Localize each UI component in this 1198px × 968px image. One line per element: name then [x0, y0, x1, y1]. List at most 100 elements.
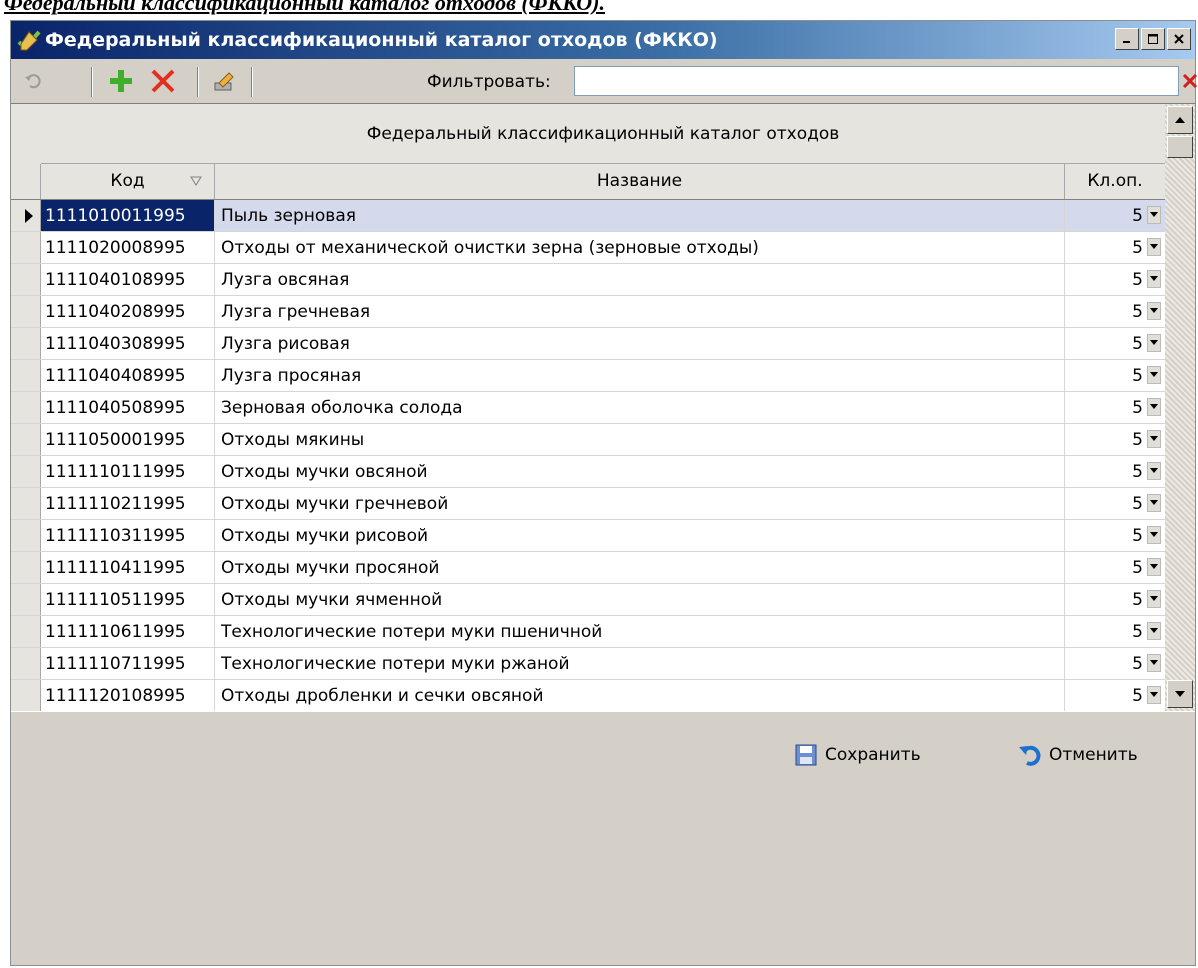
row-indicator[interactable]	[11, 520, 41, 551]
dropdown-button[interactable]	[1147, 238, 1161, 256]
row-indicator[interactable]	[11, 424, 41, 455]
dropdown-button[interactable]	[1147, 654, 1161, 672]
cell-hazard-class[interactable]: 5	[1065, 456, 1165, 487]
dropdown-button[interactable]	[1147, 366, 1161, 384]
cell-code[interactable]: 1111110411995	[41, 552, 215, 583]
column-header-name[interactable]: Название	[215, 164, 1065, 199]
cell-name[interactable]: Технологические потери муки пшеничной	[215, 616, 1065, 647]
close-button[interactable]	[1167, 28, 1191, 50]
cell-code[interactable]: 1111110611995	[41, 616, 215, 647]
dropdown-button[interactable]	[1147, 494, 1161, 512]
column-header-code[interactable]: Код	[41, 164, 215, 199]
table-row[interactable]: 1111020008995 Отходы от механической очис…	[11, 232, 1165, 264]
dropdown-button[interactable]	[1147, 206, 1161, 224]
cell-name[interactable]: Технологические потери муки ржаной	[215, 648, 1065, 679]
cell-code[interactable]: 1111110511995	[41, 584, 215, 615]
cell-hazard-class[interactable]: 5	[1065, 552, 1165, 583]
cell-hazard-class[interactable]: 5	[1065, 360, 1165, 391]
row-indicator[interactable]	[11, 680, 41, 711]
dropdown-button[interactable]	[1147, 270, 1161, 288]
row-indicator[interactable]	[11, 392, 41, 423]
undo-button[interactable]	[19, 67, 47, 95]
cell-code[interactable]: 1111040508995	[41, 392, 215, 423]
cell-hazard-class[interactable]: 5	[1065, 488, 1165, 519]
cancel-button[interactable]: Отменить	[1017, 740, 1138, 770]
table-row[interactable]: 1111040308995 Лузга рисовая 5	[11, 328, 1165, 360]
row-indicator[interactable]	[11, 648, 41, 679]
minimize-button[interactable]	[1115, 28, 1139, 50]
dropdown-button[interactable]	[1147, 302, 1161, 320]
dropdown-button[interactable]	[1147, 430, 1161, 448]
cell-code[interactable]: 1111040408995	[41, 360, 215, 391]
cell-name[interactable]: Зерновая оболочка солода	[215, 392, 1065, 423]
edit-button[interactable]	[211, 67, 239, 95]
cell-hazard-class[interactable]: 5	[1065, 200, 1165, 231]
cell-name[interactable]: Лузга гречневая	[215, 296, 1065, 327]
cell-hazard-class[interactable]: 5	[1065, 328, 1165, 359]
row-indicator[interactable]	[11, 232, 41, 263]
cell-hazard-class[interactable]: 5	[1065, 584, 1165, 615]
row-indicator[interactable]	[11, 616, 41, 647]
cell-hazard-class[interactable]: 5	[1065, 296, 1165, 327]
row-indicator[interactable]	[11, 456, 41, 487]
scroll-up-button[interactable]	[1167, 106, 1193, 134]
cell-code[interactable]: 1111040108995	[41, 264, 215, 295]
cell-code[interactable]: 1111040208995	[41, 296, 215, 327]
cell-code[interactable]: 1111110111995	[41, 456, 215, 487]
row-indicator[interactable]	[11, 200, 41, 231]
cell-hazard-class[interactable]: 5	[1065, 616, 1165, 647]
table-row[interactable]: 1111040208995 Лузга гречневая 5	[11, 296, 1165, 328]
cell-code[interactable]: 1111110211995	[41, 488, 215, 519]
cell-name[interactable]: Отходы мучки рисовой	[215, 520, 1065, 551]
cell-name[interactable]: Отходы дробленки и сечки овсяной	[215, 680, 1065, 711]
cell-name[interactable]: Отходы мучки гречневой	[215, 488, 1065, 519]
add-button[interactable]	[107, 67, 135, 95]
cell-code[interactable]: 1111040308995	[41, 328, 215, 359]
cell-hazard-class[interactable]: 5	[1065, 392, 1165, 423]
save-button[interactable]: Сохранить	[795, 740, 921, 770]
table-row[interactable]: 1111110311995 Отходы мучки рисовой 5	[11, 520, 1165, 552]
cell-hazard-class[interactable]: 5	[1065, 520, 1165, 551]
table-row[interactable]: 1111040108995 Лузга овсяная 5	[11, 264, 1165, 296]
row-indicator[interactable]	[11, 296, 41, 327]
maximize-button[interactable]	[1141, 28, 1165, 50]
dropdown-button[interactable]	[1147, 558, 1161, 576]
table-row[interactable]: 1111110611995 Технологические потери муки…	[11, 616, 1165, 648]
cell-code[interactable]: 1111010011995	[41, 200, 215, 231]
cell-name[interactable]: Лузга овсяная	[215, 264, 1065, 295]
row-indicator[interactable]	[11, 488, 41, 519]
cell-name[interactable]: Отходы мучки ячменной	[215, 584, 1065, 615]
table-row[interactable]: 1111120108995 Отходы дробленки и сечки ов…	[11, 680, 1165, 712]
cell-name[interactable]: Отходы мякины	[215, 424, 1065, 455]
cell-hazard-class[interactable]: 5	[1065, 264, 1165, 295]
cell-hazard-class[interactable]: 5	[1065, 424, 1165, 455]
cell-hazard-class[interactable]: 5	[1065, 232, 1165, 263]
table-row[interactable]: 1111110711995 Технологические потери муки…	[11, 648, 1165, 680]
table-row[interactable]: 1111040408995 Лузга просяная 5	[11, 360, 1165, 392]
dropdown-button[interactable]	[1147, 334, 1161, 352]
cell-code[interactable]: 1111110711995	[41, 648, 215, 679]
cell-name[interactable]: Лузга рисовая	[215, 328, 1065, 359]
row-indicator[interactable]	[11, 360, 41, 391]
dropdown-button[interactable]	[1147, 686, 1161, 704]
delete-button[interactable]	[149, 67, 177, 95]
dropdown-button[interactable]	[1147, 622, 1161, 640]
row-indicator[interactable]	[11, 584, 41, 615]
cell-name[interactable]: Отходы мучки просяной	[215, 552, 1065, 583]
cell-name[interactable]: Отходы от механической очистки зерна (зе…	[215, 232, 1065, 263]
cell-code[interactable]: 1111020008995	[41, 232, 215, 263]
table-row[interactable]: 1111040508995 Зерновая оболочка солода 5	[11, 392, 1165, 424]
dropdown-button[interactable]	[1147, 526, 1161, 544]
row-indicator[interactable]	[11, 264, 41, 295]
table-row[interactable]: 1111010011995 Пыль зерновая 5	[11, 200, 1165, 232]
table-row[interactable]: 1111110411995 Отходы мучки просяной 5	[11, 552, 1165, 584]
cell-name[interactable]: Пыль зерновая	[215, 200, 1065, 231]
table-row[interactable]: 1111110511995 Отходы мучки ячменной 5	[11, 584, 1165, 616]
vertical-scrollbar[interactable]	[1165, 103, 1195, 711]
cell-hazard-class[interactable]: 5	[1065, 680, 1165, 711]
cell-name[interactable]: Отходы мучки овсяной	[215, 456, 1065, 487]
cell-code[interactable]: 1111110311995	[41, 520, 215, 551]
column-header-class[interactable]: Кл.оп.	[1065, 164, 1165, 199]
filter-input[interactable]	[574, 66, 1179, 96]
scroll-down-button[interactable]	[1167, 680, 1193, 708]
